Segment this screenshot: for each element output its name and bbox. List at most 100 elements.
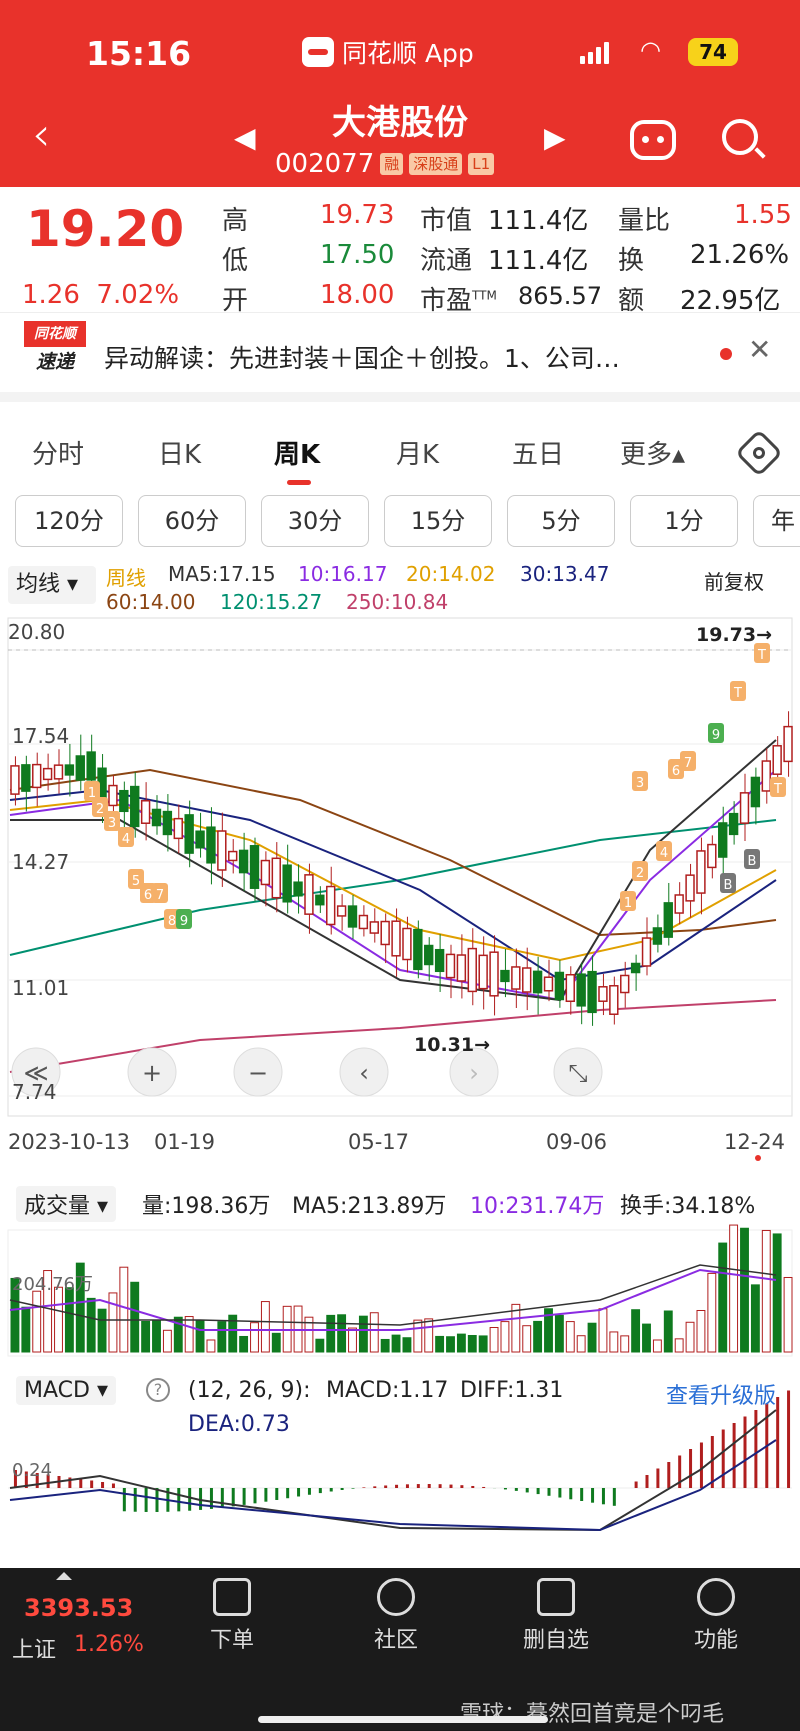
ma30-line (9, 788, 777, 982)
candle-body (64, 764, 75, 776)
signal-label: 4 (122, 832, 130, 847)
candle-body (108, 784, 118, 807)
tag-margin: 融 (380, 153, 404, 175)
tab-timeshare[interactable]: 分时 (32, 434, 84, 471)
zoom-control: + (127, 1047, 177, 1097)
signal-label: 9 (712, 728, 720, 743)
signal-badge (118, 827, 134, 847)
search-icon[interactable] (722, 119, 758, 155)
signal-badge (128, 869, 144, 889)
order-icon (213, 1578, 251, 1616)
volume-bar (348, 1327, 357, 1353)
volume-ma10-line (9, 1268, 777, 1331)
volume-bar (337, 1314, 347, 1353)
signal-mark: 4 (118, 827, 134, 847)
volume-bar (130, 1281, 140, 1353)
signal-badge (656, 841, 672, 861)
home-indicator (258, 1716, 548, 1723)
candle-body (282, 864, 292, 903)
pill-120[interactable]: 120分 (15, 495, 123, 547)
volume-bar (195, 1319, 205, 1353)
pill-year[interactable]: 年 (753, 495, 800, 547)
index-expand-icon[interactable] (56, 1572, 72, 1580)
volume-bar (729, 1224, 739, 1353)
candle-body (42, 767, 53, 781)
turnover-label: 换 (618, 246, 645, 276)
ma-period: 周线 (106, 566, 146, 590)
candle-body (739, 792, 750, 824)
volume-bar (380, 1338, 390, 1353)
tab-weekly[interactable]: 周K (274, 434, 320, 471)
functions-button[interactable]: 功能 (666, 1578, 766, 1654)
next-stock-icon[interactable]: ▶ (544, 121, 566, 154)
volume-bar (424, 1318, 434, 1353)
candle-body (75, 755, 85, 781)
volume-bar (642, 1323, 651, 1353)
volume-selector[interactable]: 成交量 ▾ (16, 1186, 117, 1222)
candle-body (162, 810, 173, 836)
pill-60[interactable]: 60分 (138, 495, 246, 547)
tab-daily[interactable]: 日K (158, 434, 201, 471)
ma30-value: 30:13.47 (520, 562, 610, 586)
xtick-2: 05-17 (348, 1130, 410, 1154)
macd-params: (12, 26, 9): (188, 1378, 311, 1403)
volume-bar (54, 1286, 63, 1353)
low-value: 17.50 (320, 240, 395, 270)
candle-body (173, 817, 183, 840)
candle-body (674, 894, 684, 914)
settings-icon[interactable] (734, 428, 784, 478)
ma-selector[interactable]: 均线 ▾ (8, 566, 96, 604)
upgrade-link[interactable]: 查看升级版 (666, 1378, 776, 1410)
candle-body (151, 808, 162, 827)
candle-body (369, 921, 379, 934)
news-text[interactable]: 异动解读：先进封装＋国企＋创投。1、公司… (104, 339, 620, 375)
latest-dot (755, 1155, 761, 1161)
signal-badge (632, 771, 648, 791)
pill-30[interactable]: 30分 (261, 495, 369, 547)
tab-monthly[interactable]: 月K (396, 434, 439, 471)
volume-bar (304, 1316, 314, 1353)
assistant-icon[interactable] (630, 120, 676, 160)
watermark: 雪球：蓦然回首竟是个叼毛 (460, 1702, 725, 1727)
candle-body (500, 969, 510, 983)
volume-bar (718, 1242, 728, 1353)
candle-body (184, 814, 194, 854)
tab-more[interactable]: 更多▴ (620, 434, 685, 471)
community-button[interactable]: 社区 (346, 1578, 446, 1654)
close-icon[interactable]: ✕ (748, 333, 771, 366)
last-price: 19.20 (26, 200, 185, 258)
signal-mark: 2 (632, 861, 648, 881)
signal-mark: 7 (680, 751, 696, 771)
signal-label: 7 (156, 888, 164, 903)
remove-watch-button[interactable]: 删自选 (506, 1578, 606, 1654)
ytick-4: 11.01 (12, 976, 70, 1000)
signal-mark: 6 (140, 883, 156, 903)
order-button[interactable]: 下单 (182, 1578, 282, 1654)
news-banner[interactable]: 同花顺 速递 异动解读：先进封装＋国企＋创投。1、公司… ✕ (0, 312, 800, 402)
news-logo: 同花顺 速递 (24, 321, 86, 379)
pill-1[interactable]: 1分 (630, 495, 738, 547)
tab-fiveday[interactable]: 五日 (512, 434, 564, 471)
quote-panel: 19.20 1.26 7.02% 高 19.73 低 17.50 开 18.00… (0, 190, 800, 316)
help-icon[interactable]: ? (146, 1378, 170, 1402)
volume-bar (119, 1266, 129, 1353)
volume-bar (282, 1305, 292, 1353)
pill-5[interactable]: 5分 (507, 495, 615, 547)
ma5-value: MA5:17.15 (168, 562, 276, 586)
top-header: 15:16 同花顺 App ◠ 74 ‹ ◀ 大港股份 002077 融 深股通… (0, 0, 800, 187)
kline-frame (7, 617, 793, 1117)
functions-icon (697, 1578, 735, 1616)
candle-body (587, 970, 597, 1014)
candle-body (380, 920, 390, 946)
candle-body (336, 905, 347, 917)
index-value[interactable]: 3393.53 (24, 1594, 133, 1622)
volume-bar (631, 1309, 641, 1353)
adjust-mode[interactable]: 前复权 (704, 566, 764, 595)
candle-body (97, 767, 107, 813)
candle-body (598, 986, 608, 1002)
control-circle (339, 1047, 389, 1097)
pill-15[interactable]: 15分 (384, 495, 492, 547)
candle-body (347, 905, 358, 928)
candle-body (783, 725, 793, 763)
macd-selector[interactable]: MACD ▾ (16, 1376, 116, 1405)
